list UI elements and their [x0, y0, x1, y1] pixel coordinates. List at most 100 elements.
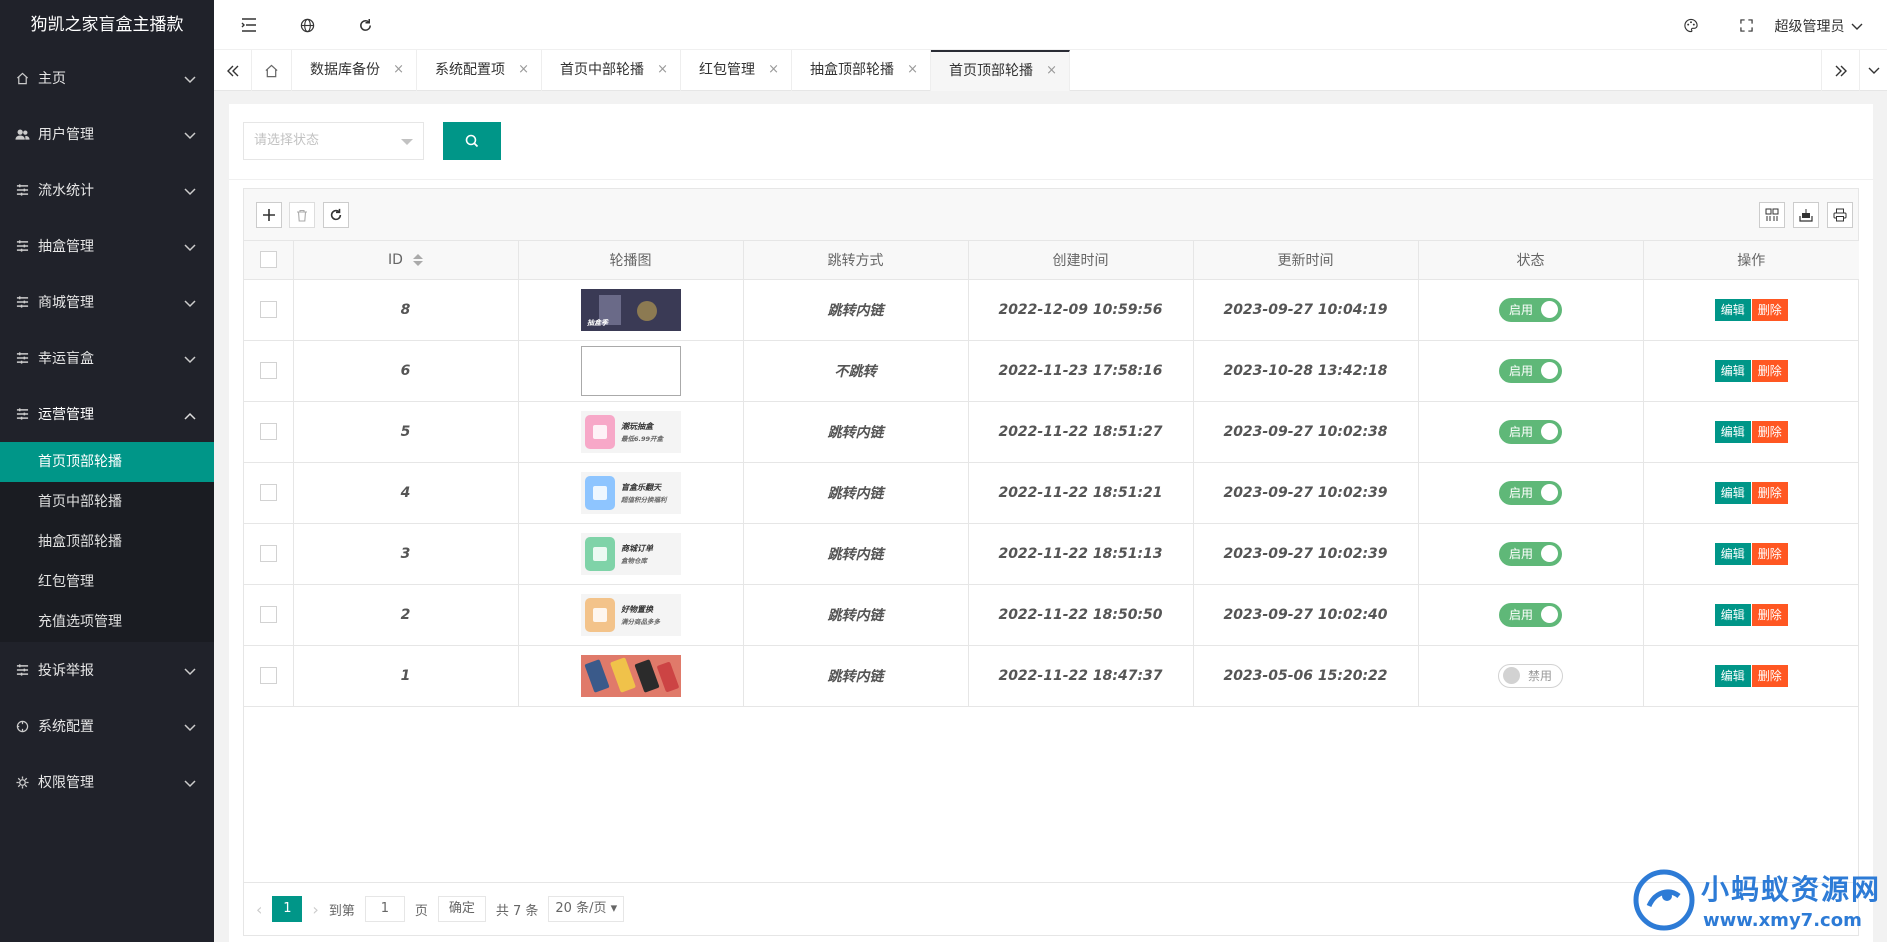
chevron-down-icon: [184, 776, 198, 790]
submenu-item-0[interactable]: 首页顶部轮播: [0, 442, 214, 482]
columns-button[interactable]: [1759, 202, 1785, 228]
sidebar-item-label: 系统配置: [38, 719, 94, 735]
col-header-id[interactable]: ID: [293, 241, 519, 280]
delete-button[interactable]: 删除: [1751, 481, 1788, 504]
status-toggle[interactable]: 启用: [1498, 297, 1562, 322]
delete-button[interactable]: 删除: [1751, 664, 1788, 687]
reload-button[interactable]: [323, 202, 349, 228]
row-checkbox[interactable]: [259, 362, 277, 379]
select-all-checkbox[interactable]: [259, 251, 277, 269]
export-button[interactable]: [1793, 202, 1819, 228]
edit-button[interactable]: 编辑: [1714, 359, 1751, 382]
cell-image: 潮玩抽盒 最低6.99开盒: [518, 401, 744, 463]
user-menu[interactable]: 超级管理员: [1775, 16, 1863, 36]
tab-0[interactable]: 数据库备份 ×: [292, 50, 417, 91]
tab-2[interactable]: 首页中部轮播 ×: [542, 50, 681, 91]
delete-button[interactable]: 删除: [1751, 542, 1788, 565]
banner-thumbnail[interactable]: 抽盒季: [580, 288, 681, 331]
goto-confirm-button[interactable]: 确定: [437, 896, 486, 922]
edit-button[interactable]: 编辑: [1714, 481, 1751, 504]
cell-image: 盲盒乐翻天 超值积分换福利: [518, 462, 744, 524]
close-icon[interactable]: ×: [1046, 52, 1057, 90]
status-toggle[interactable]: 启用: [1498, 602, 1562, 627]
sidebar-item-8[interactable]: 系统配置: [0, 698, 214, 754]
edit-button[interactable]: 编辑: [1714, 603, 1751, 626]
sidebar-item-2[interactable]: 流水统计: [0, 162, 214, 218]
add-button[interactable]: [256, 202, 282, 228]
theme-icon[interactable]: [1680, 14, 1702, 36]
thumbnail-subtitle: 盒物仓库: [621, 557, 649, 565]
prev-page-icon[interactable]: ‹: [256, 900, 262, 919]
close-icon[interactable]: ×: [518, 50, 529, 90]
chevron-down-icon: [184, 184, 198, 198]
delete-button[interactable]: 删除: [1751, 298, 1788, 321]
next-page-icon[interactable]: ›: [312, 900, 318, 919]
row-checkbox[interactable]: [259, 545, 277, 562]
banner-thumbnail[interactable]: 好物置换满分商品多多: [580, 593, 681, 636]
status-toggle[interactable]: 启用: [1498, 541, 1562, 566]
print-button[interactable]: [1827, 202, 1853, 228]
row-checkbox[interactable]: [259, 606, 277, 623]
goto-page-input[interactable]: 1: [364, 896, 405, 922]
tabs-scroll-right-icon[interactable]: [1821, 50, 1859, 91]
table-row: 5 潮玩抽盒 最低6.99开盒 跳转内链 2022-11-22 18:51:27 2023…: [244, 401, 1859, 463]
edit-button[interactable]: 编辑: [1714, 664, 1751, 687]
delete-button[interactable]: 删除: [1751, 359, 1788, 382]
status-toggle[interactable]: 启用: [1498, 419, 1562, 444]
row-checkbox[interactable]: [259, 484, 277, 501]
page-current[interactable]: 1: [272, 896, 303, 922]
status-toggle[interactable]: 启用: [1498, 480, 1562, 505]
submenu-item-2[interactable]: 抽盒顶部轮播: [0, 522, 214, 562]
tab-5[interactable]: 首页顶部轮播 ×: [931, 50, 1070, 91]
tabs-scroll-left-icon[interactable]: [214, 50, 252, 91]
delete-button[interactable]: 删除: [1751, 420, 1788, 443]
row-checkbox[interactable]: [259, 667, 277, 684]
search-button[interactable]: [443, 122, 501, 160]
menu-toggle-icon[interactable]: [238, 14, 260, 36]
fullscreen-icon[interactable]: [1735, 14, 1757, 36]
sidebar-item-7[interactable]: 投诉举报: [0, 642, 214, 698]
batch-delete-button[interactable]: [289, 202, 315, 228]
home-tab-icon[interactable]: [252, 50, 292, 91]
row-checkbox[interactable]: [259, 423, 277, 440]
row-checkbox[interactable]: [259, 301, 277, 318]
edit-button[interactable]: 编辑: [1714, 298, 1751, 321]
submenu-item-3[interactable]: 红包管理: [0, 562, 214, 602]
close-icon[interactable]: ×: [907, 50, 918, 90]
close-icon[interactable]: ×: [768, 50, 779, 90]
submenu-item-4[interactable]: 充值选项管理: [0, 602, 214, 642]
status-select[interactable]: 请选择状态: [243, 122, 424, 160]
close-icon[interactable]: ×: [657, 50, 668, 90]
banner-thumbnail[interactable]: [580, 654, 681, 697]
edit-button[interactable]: 编辑: [1714, 542, 1751, 565]
broken-image[interactable]: [580, 345, 681, 396]
sidebar-item-5[interactable]: 幸运盲盒: [0, 330, 214, 386]
chevron-down-icon: [184, 352, 198, 366]
banner-thumbnail[interactable]: 潮玩抽盒最低6.99开盒: [580, 410, 681, 453]
home-icon: [14, 70, 30, 86]
tab-4[interactable]: 抽盒顶部轮播 ×: [792, 50, 931, 91]
sidebar-item-9[interactable]: 权限管理: [0, 754, 214, 810]
sort-icon[interactable]: [412, 253, 423, 266]
tabs-menu-chevron-icon[interactable]: [1859, 50, 1887, 91]
edit-button[interactable]: 编辑: [1714, 420, 1751, 443]
status-toggle[interactable]: 启用: [1498, 358, 1562, 383]
tab-3[interactable]: 红包管理 ×: [681, 50, 792, 91]
delete-button[interactable]: 删除: [1751, 603, 1788, 626]
globe-icon[interactable]: [296, 14, 318, 36]
submenu-item-1[interactable]: 首页中部轮播: [0, 482, 214, 522]
banner-thumbnail[interactable]: 盲盒乐翻天超值积分换福利: [580, 471, 681, 514]
sidebar-item-1[interactable]: 用户管理: [0, 106, 214, 162]
refresh-icon[interactable]: [354, 14, 376, 36]
page-size-select[interactable]: 20 条/页 ▾: [548, 896, 625, 922]
sidebar-item-4[interactable]: 商城管理: [0, 274, 214, 330]
sidebar-item-0[interactable]: 主页: [0, 50, 214, 106]
sidebar-item-3[interactable]: 抽盒管理: [0, 218, 214, 274]
sidebar-item-6[interactable]: 运营管理: [0, 386, 214, 442]
banner-thumbnail[interactable]: 商城订单盒物仓库: [580, 532, 681, 575]
status-toggle[interactable]: 禁用: [1497, 663, 1563, 688]
table-header-row: ID 轮播图 跳转方式 创建时间 更新时间 状态 操作: [244, 241, 1859, 280]
cell-status: 启用: [1418, 523, 1644, 585]
tab-1[interactable]: 系统配置项 ×: [417, 50, 542, 91]
close-icon[interactable]: ×: [393, 50, 404, 90]
